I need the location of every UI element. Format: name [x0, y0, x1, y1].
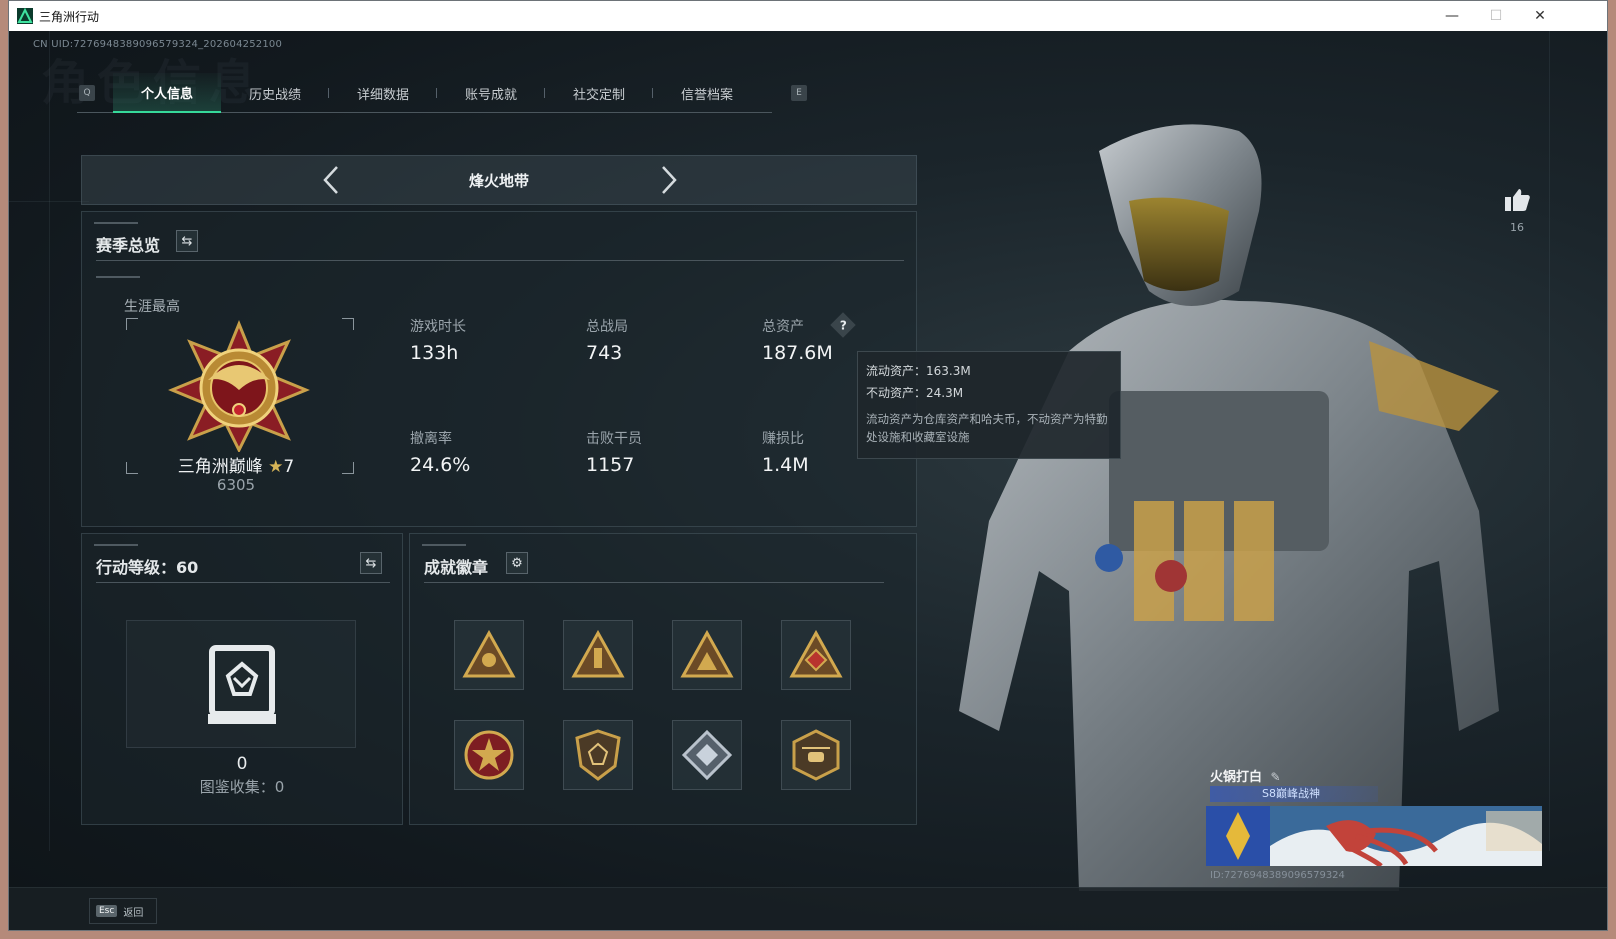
- player-name: 火锅打白 ✎: [1210, 766, 1281, 785]
- chevron-right-icon[interactable]: [658, 164, 680, 203]
- collection-count: 0: [236, 754, 248, 774]
- edit-icon[interactable]: ✎: [1271, 770, 1281, 784]
- helicopter-badge[interactable]: [781, 720, 851, 790]
- collection-case-icon: [206, 642, 278, 730]
- stat-label-total-assets: 总资产: [762, 319, 804, 335]
- fixed-assets: 不动资产：24.3M: [866, 386, 964, 400]
- tab-detail-data[interactable]: 详细数据: [329, 73, 437, 113]
- grid-line: [9, 201, 89, 202]
- like-button[interactable]: 16: [1497, 187, 1537, 234]
- stat-label-profit-ratio: 赚损比: [762, 431, 804, 447]
- back-button[interactable]: Esc 返回: [89, 898, 157, 924]
- rank-emblem-icon: [168, 320, 310, 456]
- maximize-button[interactable]: ☐: [1473, 1, 1519, 31]
- player-namecard: 火锅打白 ✎ S8巅峰战神 ID:7276948389096579324: [1206, 766, 1542, 884]
- swap-icon[interactable]: ⇆: [176, 230, 198, 252]
- tab-social[interactable]: 社交定制: [545, 73, 653, 113]
- frame-corner: [126, 462, 138, 474]
- action-level-panel: 行动等级：60 ⇆ 0 图鉴收集：0: [81, 533, 403, 825]
- divider: [96, 582, 390, 583]
- game-window: 三角洲行动 — ☐ ✕ 角色信息 CN UID:7276948389096579…: [8, 0, 1608, 931]
- esc-key-hint: Esc: [96, 905, 118, 917]
- achievements-panel: 成就徽章 ⚙: [409, 533, 917, 825]
- tab-history[interactable]: 历史战绩: [221, 73, 329, 113]
- stat-value-extract-rate: 24.6%: [410, 454, 471, 476]
- title-bar: 三角洲行动 — ☐ ✕: [9, 1, 1607, 31]
- key-e-hint: E: [791, 85, 807, 101]
- diamond-badge[interactable]: [672, 720, 742, 790]
- season-overview-title: 赛季总览: [96, 236, 161, 255]
- rank-name-row: 三角洲巅峰 ★7: [146, 452, 326, 477]
- back-label: 返回: [123, 907, 144, 919]
- star-medal-badge[interactable]: [454, 720, 524, 790]
- frame-corner: [342, 318, 354, 330]
- triangle-badge-1[interactable]: [454, 620, 524, 690]
- deco-line: [94, 222, 138, 224]
- player-id: ID:7276948389096579324: [1210, 870, 1345, 881]
- achievements-title: 成就徽章: [424, 558, 489, 577]
- shield-badge[interactable]: [563, 720, 633, 790]
- deco-line: [422, 544, 466, 546]
- stat-label-matches: 总战局: [586, 319, 628, 335]
- rank-points: 6305: [216, 476, 256, 494]
- minimize-button[interactable]: —: [1429, 1, 1475, 31]
- assets-description: 流动资产为仓库资产和哈夫币，不动资产为特勤处设施和收藏室设施: [866, 412, 1108, 444]
- frame-corner: [342, 462, 354, 474]
- help-icon[interactable]: ?: [830, 312, 856, 338]
- stat-value-matches: 743: [586, 342, 623, 364]
- uid-label: CN UID:7276948389096579324_202604252100: [33, 39, 283, 50]
- player-name-text: 火锅打白: [1210, 770, 1263, 785]
- tab-account-achievements[interactable]: 账号成就: [437, 73, 545, 113]
- tab-personal-info[interactable]: 个人信息: [113, 73, 221, 113]
- grid-line: [1549, 31, 1550, 851]
- mode-name: 烽火地带: [468, 172, 529, 190]
- mode-selector: 烽火地带: [81, 155, 917, 205]
- rank-name: 三角洲巅峰: [177, 457, 263, 477]
- thumbs-up-icon: [1505, 189, 1530, 211]
- window-title: 三角洲行动: [39, 9, 100, 24]
- like-count: 16: [1510, 221, 1524, 234]
- player-title: S8巅峰战神: [1210, 786, 1378, 802]
- season-overview-panel: 赛季总览 ⇆ 生涯最高 三角洲巅峰 ★7 6305 游戏时长 133h 总战局 …: [81, 211, 917, 527]
- triangle-badge-2[interactable]: [563, 620, 633, 690]
- swap-icon[interactable]: ⇆: [360, 552, 382, 574]
- stat-value-playtime: 133h: [410, 342, 459, 364]
- deco-line: [94, 544, 138, 546]
- triangle-badge-4[interactable]: [781, 620, 851, 690]
- stat-label-kills: 击败干员: [586, 431, 642, 447]
- assets-tooltip: 流动资产：163.3M 不动资产：24.3M 流动资产为仓库资产和哈夫币，不动资…: [857, 351, 1121, 459]
- namecard-banner: [1206, 806, 1542, 866]
- collection-label: 图鉴收集：0: [199, 778, 285, 796]
- tab-bar: 个人信息 历史战绩 详细数据 账号成就 社交定制 信誉档案: [77, 73, 772, 113]
- career-best-label: 生涯最高: [124, 299, 180, 315]
- close-button[interactable]: ✕: [1517, 1, 1563, 31]
- tab-reputation[interactable]: 信誉档案: [653, 73, 761, 113]
- star-icon: ★: [268, 457, 284, 477]
- rank-stars: 7: [283, 457, 295, 477]
- stat-value-total-assets: 187.6M: [762, 342, 833, 364]
- triangle-badge-3[interactable]: [672, 620, 742, 690]
- liquid-assets: 流动资产：163.3M: [866, 364, 971, 378]
- gear-icon[interactable]: ⚙: [506, 552, 528, 574]
- stat-value-kills: 1157: [586, 454, 635, 476]
- divider: [424, 582, 884, 583]
- deco-line: [96, 276, 140, 278]
- divider: [96, 260, 904, 261]
- grid-line: [49, 31, 50, 851]
- stat-value-profit-ratio: 1.4M: [762, 454, 809, 476]
- frame-corner: [126, 318, 138, 330]
- game-screen: 角色信息 CN UID:7276948389096579324_20260425…: [9, 31, 1607, 930]
- bottom-bar: Esc 返回: [9, 887, 1607, 930]
- app-logo-icon: [17, 8, 33, 24]
- action-level-title: 行动等级：60: [96, 558, 199, 577]
- stat-label-playtime: 游戏时长: [410, 319, 466, 335]
- stat-label-extract-rate: 撤离率: [410, 431, 452, 447]
